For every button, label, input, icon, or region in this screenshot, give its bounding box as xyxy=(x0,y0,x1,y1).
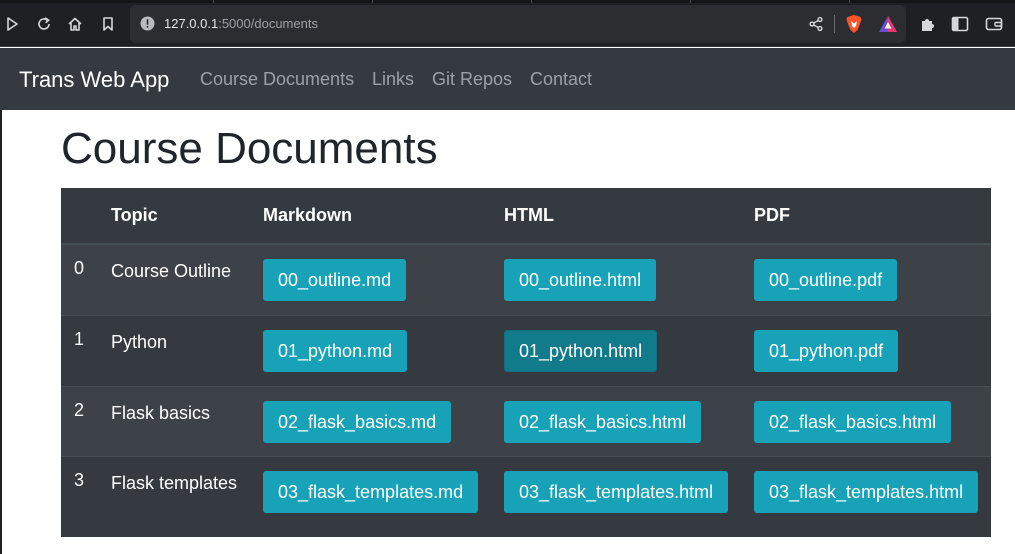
row-topic: Flask templates xyxy=(111,455,263,537)
header-markdown: Markdown xyxy=(263,188,504,245)
markdown-link-button[interactable]: 03_flask_templates.md xyxy=(263,470,479,513)
brave-rewards-icon[interactable] xyxy=(876,12,900,36)
nav-link-contact[interactable]: Contact xyxy=(530,69,592,90)
home-icon[interactable] xyxy=(63,12,87,36)
extensions-icon[interactable] xyxy=(916,12,940,36)
page-title: Course Documents xyxy=(61,124,438,173)
table-row: 3 Flask templates 03_flask_templates.md … xyxy=(61,455,991,537)
pdf-link-button[interactable]: 02_flask_basics.html xyxy=(754,400,952,443)
markdown-link-button[interactable]: 02_flask_basics.md xyxy=(263,400,452,443)
documents-table: Topic Markdown HTML PDF 0 Course Outline… xyxy=(61,188,991,537)
browser-toolbar: 127.0.0.1:5000/documents xyxy=(0,0,1015,47)
table-header-row: Topic Markdown HTML PDF xyxy=(61,188,991,245)
url-text[interactable]: 127.0.0.1:5000/documents xyxy=(164,16,318,31)
table-row: 0 Course Outline 00_outline.md 00_outlin… xyxy=(61,243,991,315)
html-link-button[interactable]: 03_flask_templates.html xyxy=(504,470,729,513)
row-index: 3 xyxy=(61,455,111,537)
info-icon[interactable] xyxy=(140,16,155,35)
pdf-link-button[interactable]: 01_python.pdf xyxy=(754,329,899,372)
window-left-edge xyxy=(0,110,2,554)
url-divider xyxy=(834,15,835,33)
brave-shield-icon[interactable] xyxy=(842,12,866,36)
row-index: 1 xyxy=(61,314,111,386)
html-link-button[interactable]: 02_flask_basics.html xyxy=(504,400,702,443)
row-index: 2 xyxy=(61,385,111,456)
navbar-brand[interactable]: Trans Web App xyxy=(19,67,169,93)
url-host: 127.0.0.1 xyxy=(164,16,219,31)
tab-strip xyxy=(0,0,1015,3)
nav-link-links[interactable]: Links xyxy=(372,69,414,90)
share-icon[interactable] xyxy=(804,12,828,36)
url-path: :5000/documents xyxy=(218,16,318,31)
pdf-link-button[interactable]: 03_flask_templates.html xyxy=(754,470,979,513)
row-index: 0 xyxy=(61,243,111,315)
address-bar[interactable]: 127.0.0.1:5000/documents xyxy=(130,5,906,43)
app-navbar: Trans Web App Course Documents Links Git… xyxy=(0,48,1015,110)
row-topic: Flask basics xyxy=(111,385,263,456)
pdf-link-button[interactable]: 00_outline.pdf xyxy=(754,259,898,301)
row-topic: Course Outline xyxy=(111,243,263,315)
sidebar-icon[interactable] xyxy=(948,12,972,36)
table-row: 2 Flask basics 02_flask_basics.md 02_fla… xyxy=(61,385,991,456)
reload-icon[interactable] xyxy=(32,12,56,36)
header-topic: Topic xyxy=(111,188,263,245)
nav-link-course-documents[interactable]: Course Documents xyxy=(200,69,354,90)
nav-link-git-repos[interactable]: Git Repos xyxy=(432,69,512,90)
bookmark-icon[interactable] xyxy=(96,12,120,36)
markdown-link-button[interactable]: 01_python.md xyxy=(263,329,408,372)
play-icon[interactable] xyxy=(0,12,24,36)
header-pdf: PDF xyxy=(754,188,991,245)
wallet-icon[interactable] xyxy=(982,12,1006,36)
markdown-link-button[interactable]: 00_outline.md xyxy=(263,259,407,301)
row-topic: Python xyxy=(111,314,263,386)
header-html: HTML xyxy=(504,188,754,245)
html-link-button[interactable]: 00_outline.html xyxy=(504,259,657,301)
header-index xyxy=(61,188,111,245)
html-link-button[interactable]: 01_python.html xyxy=(504,329,658,372)
table-row: 1 Python 01_python.md 01_python.html 01_… xyxy=(61,314,991,386)
